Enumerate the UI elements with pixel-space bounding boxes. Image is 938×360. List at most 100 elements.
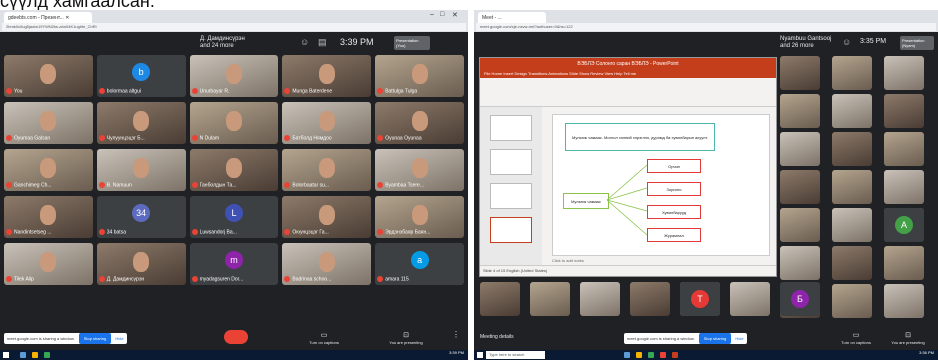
people-icon[interactable]: ☺	[300, 37, 309, 47]
participant-tile[interactable]	[780, 170, 820, 204]
participant-tile[interactable]: m myadagsuren Dor...	[189, 243, 279, 285]
mic-off-icon	[377, 181, 384, 188]
participant-tile[interactable]	[832, 132, 872, 166]
powerpoint-icon[interactable]	[672, 352, 678, 358]
participant-tile[interactable]	[832, 56, 872, 90]
participant-tile[interactable]	[884, 170, 924, 204]
participant-tile[interactable]	[480, 282, 520, 316]
participant-tile[interactable]	[884, 246, 924, 280]
captions-button[interactable]: ▭ Turn on captions	[834, 331, 878, 345]
app-icon[interactable]	[648, 352, 654, 358]
taskbar-search[interactable]: Type here to search	[486, 351, 545, 359]
more-options-icon[interactable]: ⋮	[452, 331, 460, 339]
participant-tile[interactable]: Bolorbaatar su...	[282, 149, 372, 191]
participant-tile[interactable]: Tilek Alip	[4, 243, 93, 285]
slide-thumbnail[interactable]	[490, 115, 532, 141]
participant-tile[interactable]: Б	[780, 282, 820, 316]
minimize-icon[interactable]: –	[430, 11, 434, 18]
close-icon[interactable]: ✕	[452, 11, 458, 19]
start-icon[interactable]	[477, 352, 483, 358]
meeting-details-button[interactable]: Meeting details	[480, 334, 514, 340]
participant-tile[interactable]: a amara 115	[375, 243, 464, 285]
participant-tile[interactable]: Unurbayar R.	[189, 55, 279, 97]
presenting-button[interactable]: ⊡ You are presenting	[884, 331, 932, 345]
hide-button[interactable]: Hide	[115, 333, 123, 344]
participant-tile[interactable]	[780, 56, 820, 90]
participant-tile[interactable]: T	[680, 282, 720, 316]
sharing-notice: meet.google.com is sharing a window. Sto…	[4, 333, 127, 344]
participant-tile[interactable]: Батболд Нямдоо	[282, 102, 372, 144]
ppt-ribbon[interactable]	[480, 78, 776, 107]
stop-sharing-button[interactable]: Stop sharing	[698, 333, 732, 344]
participant-tile[interactable]	[730, 282, 770, 316]
participant-tile[interactable]: Nandintsetseg ...	[4, 196, 93, 238]
participant-tile[interactable]: Ganchimeg Ch...	[4, 149, 93, 191]
participant-tile[interactable]	[884, 94, 924, 128]
participant-tile[interactable]: Battulga Tulga	[375, 55, 464, 97]
participant-tile[interactable]	[780, 132, 820, 166]
participant-tile[interactable]: Чулуунцэцэг Б...	[96, 102, 186, 144]
participant-tile[interactable]	[780, 208, 820, 242]
participant-name: Byambaa Tsere...	[377, 181, 462, 189]
chat-icon[interactable]: ▤	[318, 37, 327, 48]
participant-tile[interactable]: L Luwsandorj Ba...	[189, 196, 279, 238]
hide-button[interactable]: Hide	[735, 333, 743, 344]
participant-tile[interactable]: Оюунцэцэг Га...	[282, 196, 372, 238]
presentation-badge[interactable]: Presentation (You)	[394, 36, 430, 50]
participant-tile[interactable]: A	[884, 208, 924, 242]
app-icon[interactable]	[32, 352, 38, 358]
stop-sharing-button[interactable]: Stop sharing	[78, 333, 112, 344]
app-icon[interactable]	[20, 352, 26, 358]
participant-tile[interactable]	[832, 170, 872, 204]
end-call-button[interactable]	[224, 330, 248, 344]
ppt-menu[interactable]: File Home Insert Design Transitions Anim…	[480, 70, 776, 78]
address-bar[interactable]: 2bmk0c0ug5jaolw19YWN2tw-ahn04K1ughfe_ChR…	[2, 23, 466, 31]
participant-tile[interactable]: You	[4, 55, 93, 97]
participant-tile[interactable]	[530, 282, 570, 316]
participant-tile[interactable]: b bolormaa altgui	[96, 55, 186, 97]
participant-tile[interactable]: Эрдэнэбаяр Баян...	[375, 196, 464, 238]
participant-tile[interactable]: Badrinaa schoo...	[282, 243, 372, 285]
people-icon[interactable]: ☺	[842, 37, 851, 47]
slide-thumbnail[interactable]	[490, 183, 532, 209]
participant-tile[interactable]	[780, 246, 820, 280]
participant-tile[interactable]: Д. Дамдинсүрэн	[96, 243, 186, 285]
sharing-text: meet.google.com is sharing a window.	[7, 336, 75, 341]
participant-name: N Dulam	[191, 134, 277, 142]
participant-tile[interactable]: Byambaa Tsere...	[375, 149, 464, 191]
participant-tile[interactable]	[884, 132, 924, 166]
slide-thumbnail[interactable]	[490, 149, 532, 175]
participant-tile[interactable]: N Dulam	[189, 102, 279, 144]
participant-tile[interactable]	[884, 284, 924, 318]
captions-button[interactable]: ▭ Turn on captions	[300, 331, 348, 345]
slide-thumbnail-selected[interactable]	[490, 217, 532, 243]
app-icon[interactable]	[660, 352, 666, 358]
participant-tile[interactable]	[780, 94, 820, 128]
presentation-badge[interactable]: Presentation (Nyam)	[900, 36, 934, 50]
option-box: Хувилбарууд	[647, 205, 701, 219]
participant-tile[interactable]: Oyunaa Oyunaa	[375, 102, 464, 144]
participant-tile[interactable]: 34 34 batsa	[96, 196, 186, 238]
participant-tile[interactable]	[832, 208, 872, 242]
app-icon[interactable]	[624, 352, 630, 358]
app-icon[interactable]	[636, 352, 642, 358]
participant-tile[interactable]	[884, 56, 924, 90]
present-icon: ⊡	[905, 332, 911, 339]
maximize-icon[interactable]: □	[440, 11, 444, 18]
start-icon[interactable]	[3, 352, 9, 358]
participant-tile[interactable]	[832, 94, 872, 128]
participant-tile[interactable]	[580, 282, 620, 316]
participant-tile[interactable]: Munga Baterdene	[282, 55, 372, 97]
participant-tile[interactable]	[630, 282, 670, 316]
participant-tile[interactable]	[832, 284, 872, 318]
address-bar[interactable]: meet.google.com/cje-nsvw-rmf?authuser=0&…	[476, 23, 936, 31]
captions-icon: ▭	[320, 332, 328, 339]
notes-placeholder[interactable]: Click to add notes	[552, 258, 584, 263]
app-icon[interactable]	[44, 352, 50, 358]
presenting-button[interactable]: ⊡ You are presenting	[380, 331, 432, 345]
slide-canvas[interactable]: Мультик чамаас. Монгол хэлний хэрэглээ, …	[552, 114, 770, 256]
participant-tile[interactable]: Oyumaa Galsan	[4, 102, 93, 144]
participant-tile[interactable]: B. Namuun	[96, 149, 186, 191]
participant-tile[interactable]	[832, 246, 872, 280]
participant-tile[interactable]: Ганболдын Та...	[189, 149, 279, 191]
